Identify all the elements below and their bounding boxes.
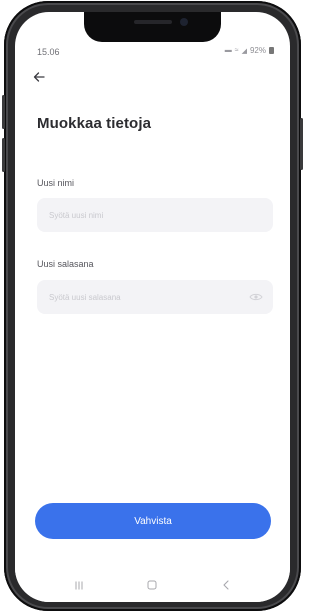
status-icons: ▬ ≈ ◢ 92% (225, 46, 274, 55)
password-field (37, 280, 273, 314)
power-button (300, 118, 303, 170)
status-time: 15.06 (37, 47, 60, 57)
recent-apps-button[interactable] (69, 576, 89, 594)
volume-down-button (2, 138, 5, 172)
system-back-button[interactable] (216, 576, 236, 594)
signal-icon: ◢ (241, 47, 247, 55)
canvas: 15.06 ▬ ≈ ◢ 92% Muokkaa tietoja Uusi nim… (0, 0, 305, 614)
navigation-bar (15, 568, 290, 602)
home-button[interactable] (142, 576, 162, 594)
back-icon (223, 580, 229, 590)
battery-percent: 92% (249, 46, 266, 55)
wifi-icon: ≈ (234, 47, 239, 54)
password-label: Uusi salasana (37, 259, 94, 269)
name-input[interactable] (37, 198, 273, 232)
back-button[interactable] (29, 68, 49, 86)
speaker-grille (134, 20, 172, 24)
silent-mode-icon: ▬ (224, 47, 232, 54)
name-label: Uusi nimi (37, 178, 75, 188)
phone-screen: 15.06 ▬ ≈ ◢ 92% Muokkaa tietoja Uusi nim… (15, 12, 290, 602)
notch (84, 12, 221, 42)
recent-apps-icon (75, 581, 83, 589)
back-arrow-icon (33, 72, 45, 82)
volume-up-button (2, 95, 5, 129)
home-icon (147, 580, 157, 590)
front-camera (180, 18, 188, 26)
battery-icon (269, 47, 274, 54)
eye-icon[interactable] (249, 292, 263, 302)
password-input[interactable] (37, 280, 273, 314)
page-title: Muokkaa tietoja (37, 115, 152, 132)
confirm-button[interactable]: Vahvista (35, 503, 271, 539)
